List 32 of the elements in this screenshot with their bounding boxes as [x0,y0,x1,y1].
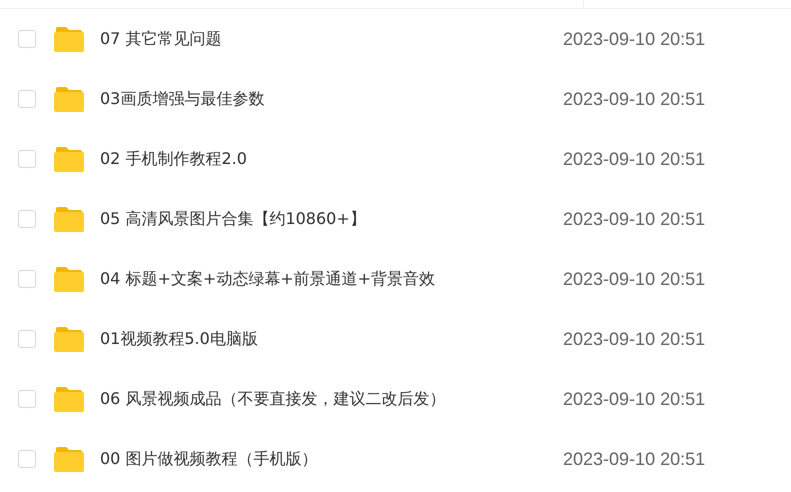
folder-icon [54,26,84,52]
folder-icon [54,206,84,232]
folder-name[interactable]: 00 图片做视频教程（手机版） [100,448,563,470]
modified-date: 2023-09-10 20:51 [563,208,706,230]
modified-date: 2023-09-10 20:51 [563,328,706,350]
modified-date: 2023-09-10 20:51 [563,388,706,410]
folder-name[interactable]: 05 高清风景图片合集【约10860+】 [100,208,563,230]
folder-icon [54,146,84,172]
checkbox[interactable] [18,330,36,348]
folder-icon [54,266,84,292]
modified-date: 2023-09-10 20:51 [563,448,706,470]
checkbox[interactable] [18,90,36,108]
folder-name[interactable]: 06 风景视频成品（不要直接发，建议二改后发） [100,388,563,410]
folder-name[interactable]: 01视频教程5.0电脑版 [100,328,563,350]
folder-icon [54,446,84,472]
folder-name[interactable]: 07 其它常见问题 [100,28,563,50]
modified-date: 2023-09-10 20:51 [563,28,706,50]
folder-name[interactable]: 02 手机制作教程2.0 [100,148,563,170]
checkbox[interactable] [18,390,36,408]
checkbox[interactable] [18,270,36,288]
folder-name[interactable]: 04 标题+文案+动态绿幕+前景通道+背景音效 [100,268,563,290]
checkbox[interactable] [18,150,36,168]
checkbox[interactable] [18,450,36,468]
checkbox[interactable] [18,210,36,228]
modified-date: 2023-09-10 20:51 [563,148,706,170]
folder-name[interactable]: 03画质增强与最佳参数 [100,88,563,110]
modified-date: 2023-09-10 20:51 [563,88,706,110]
modified-date: 2023-09-10 20:51 [563,268,706,290]
folder-icon [54,86,84,112]
folder-icon [54,386,84,412]
checkbox[interactable] [18,30,36,48]
folder-icon [54,326,84,352]
